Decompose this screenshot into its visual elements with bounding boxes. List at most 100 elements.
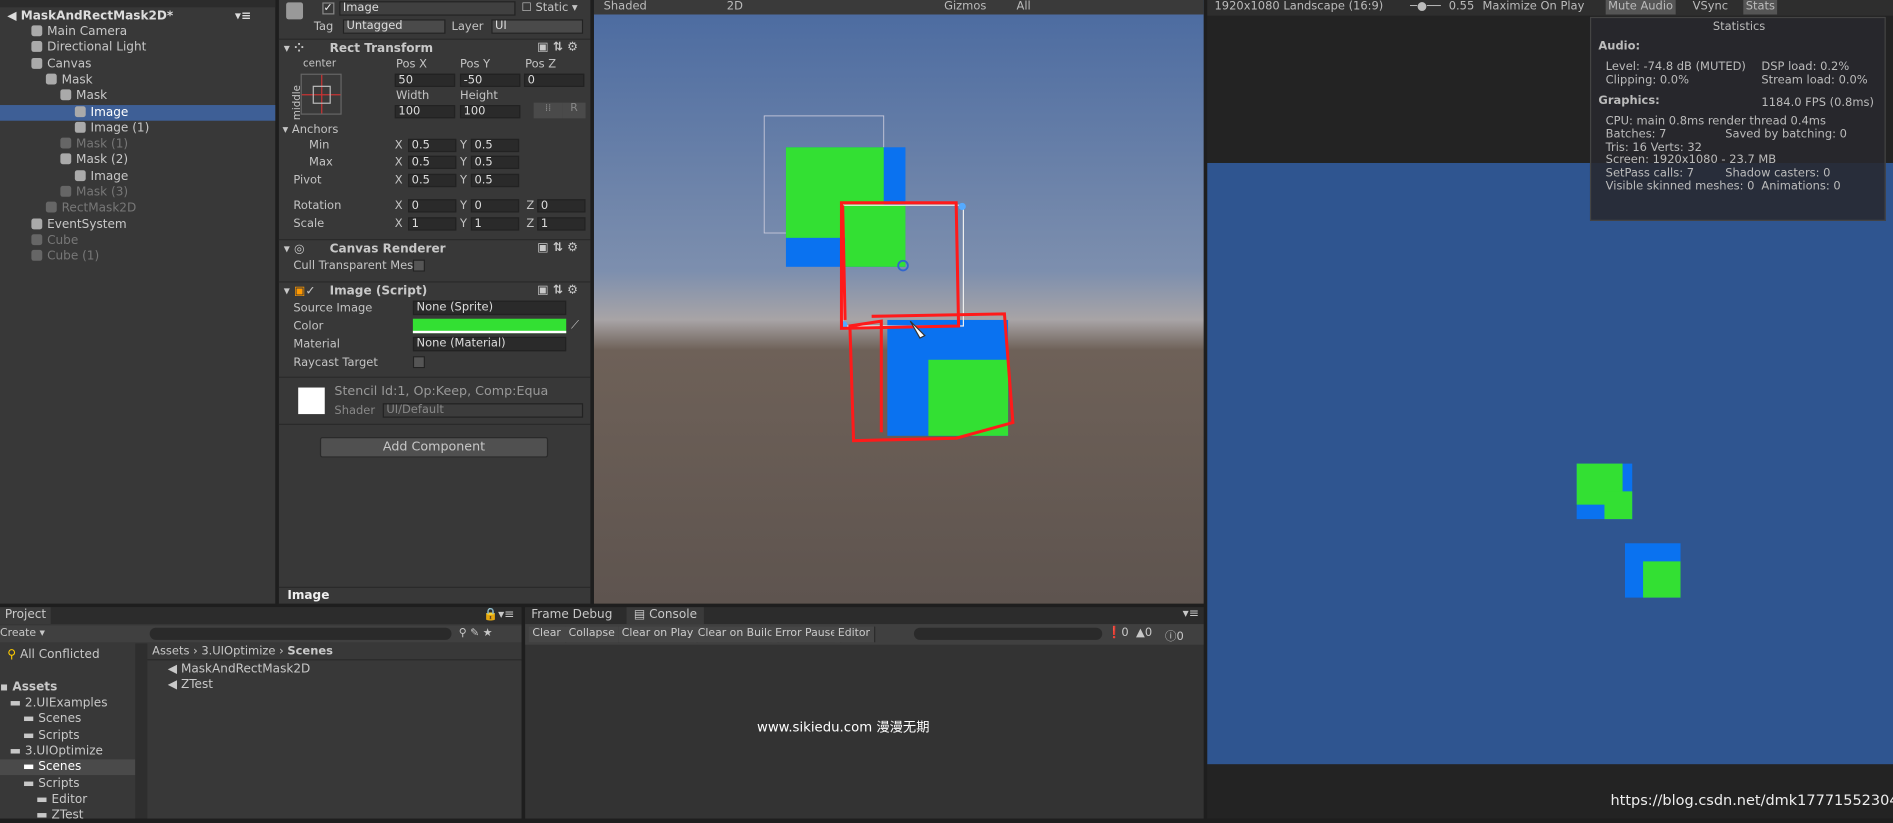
console-button[interactable]: Clear on Build [694, 626, 779, 643]
hierarchy-item[interactable]: Mask (1) [0, 137, 275, 153]
image-script-header[interactable]: ▾ ▣✓ Image (Script) ▣ ⇅ ⚙ [278, 281, 591, 300]
info-count[interactable]: ⓘ0 [1165, 627, 1184, 643]
hierarchy-item[interactable]: Cube (1) [0, 249, 275, 265]
hierarchy-item[interactable]: Image [0, 169, 275, 185]
material-field[interactable]: None (Material) [412, 336, 567, 352]
project-folder[interactable]: ▬ Scenes [0, 711, 135, 727]
game-view[interactable]: 1920x1080 Landscape (16:9) ─●── 0.55 Max… [1207, 0, 1893, 819]
min-x-field[interactable]: 0.5 [408, 138, 457, 153]
project-folder[interactable]: ▬ Editor [0, 792, 135, 808]
height-field[interactable]: 100 [459, 105, 521, 119]
hierarchy-item[interactable]: Mask [0, 72, 275, 88]
anchor-preset-button[interactable] [300, 73, 342, 115]
project-folder[interactable]: ▬ 2.UIExamples [0, 695, 135, 711]
breadcrumb-item[interactable]: Scenes [287, 645, 333, 658]
scale-x-field[interactable]: 1 [408, 217, 457, 231]
layer-dropdown[interactable]: UI [491, 19, 584, 34]
scene-view[interactable]: Shaded 2D Gizmos All [593, 0, 1204, 604]
scene-file[interactable]: ◀ ZTest [168, 677, 213, 693]
pos-y-field[interactable]: -50 [459, 73, 521, 87]
console-button[interactable]: Clear on Play [618, 626, 699, 643]
anchors-foldout[interactable]: ▾ Anchors [283, 123, 339, 136]
tab-console[interactable]: ▤ Console [626, 607, 705, 625]
pos-z-field[interactable]: 0 [523, 73, 585, 87]
width-field[interactable]: 100 [394, 105, 456, 119]
hierarchy-item[interactable]: EventSystem [0, 217, 275, 233]
scale-y-field[interactable]: 1 [470, 217, 520, 231]
breadcrumb-item[interactable]: Assets [152, 645, 189, 658]
axis-label: Y [459, 217, 467, 231]
component-icons[interactable]: ▣ ⇅ ⚙ [537, 241, 578, 254]
canvas-renderer-header[interactable]: ▾ ◎ Canvas Renderer ▣ ⇅ ⚙ [278, 239, 591, 258]
rot-y-field[interactable]: 0 [470, 199, 520, 213]
min-y-field[interactable]: 0.5 [470, 138, 520, 153]
hierarchy-item[interactable]: Directional Light [0, 40, 275, 56]
component-icons[interactable]: ▣ ⇅ ⚙ [537, 284, 578, 297]
console-button[interactable]: Editor [834, 626, 875, 643]
hierarchy-item[interactable]: Mask (3) [0, 185, 275, 201]
warning-count[interactable]: ▲0 [1136, 627, 1152, 640]
2d-toggle[interactable]: 2D [727, 0, 743, 14]
favorite-all-conflicted[interactable]: ⚲ All Conflicted [7, 647, 99, 663]
raw-edit-button[interactable]: R [562, 102, 586, 119]
scale-z-field[interactable]: 1 [537, 217, 586, 231]
preview-label[interactable]: Image [287, 589, 329, 602]
stats-shadow: Shadow casters: 0 [1725, 166, 1831, 180]
assets-root[interactable]: ▪ Assets [0, 680, 57, 696]
project-folder[interactable]: ▬ Scripts [0, 776, 135, 792]
scene-search[interactable]: All [1017, 0, 1031, 14]
tab-project[interactable]: Project [0, 607, 51, 625]
source-image-field[interactable]: None (Sprite) [412, 300, 567, 316]
tree-scrollbar[interactable] [135, 643, 148, 819]
pivot-y-field[interactable]: 0.5 [470, 173, 520, 188]
static-toggle[interactable]: ☐ Static ▾ [522, 1, 578, 14]
rot-x-field[interactable]: 0 [408, 199, 457, 213]
project-search[interactable] [149, 627, 452, 640]
pivot-x-field[interactable]: 0.5 [408, 173, 457, 188]
menu-icon[interactable]: ▾≡ [235, 8, 251, 24]
active-checkbox[interactable]: ✓ [322, 2, 335, 15]
raycast-checkbox[interactable] [412, 356, 425, 369]
rect-transform-header[interactable]: ▾ ⁘ Rect Transform ▣ ⇅ ⚙ [278, 38, 591, 58]
component-icons[interactable]: ▣ ⇅ ⚙ [537, 41, 578, 54]
filter-icons[interactable]: ⚲ ✎ ★ [459, 625, 493, 642]
eyedropper-icon[interactable]: ⟋ [571, 319, 579, 332]
menu-icon[interactable]: ▾≡ [1183, 607, 1199, 620]
project-folder[interactable]: ▬ Scenes [0, 759, 136, 776]
add-component-button[interactable]: Add Component [319, 437, 549, 458]
lock-icon[interactable]: 🔒▾≡ [483, 608, 514, 621]
scene-file[interactable]: ◀ MaskAndRectMask2D [168, 662, 311, 678]
max-y-field[interactable]: 0.5 [470, 155, 520, 170]
hierarchy-item[interactable]: Main Camera [0, 24, 275, 40]
hierarchy-item[interactable]: Cube [0, 233, 275, 249]
cull-checkbox[interactable] [412, 259, 425, 272]
console-button[interactable]: Error Pause [771, 626, 842, 643]
color-field[interactable] [412, 318, 567, 334]
hierarchy-item[interactable]: Mask [0, 88, 275, 104]
hierarchy-item[interactable]: RectMask2D [0, 201, 275, 217]
gizmos-dropdown[interactable]: Gizmos [944, 0, 986, 14]
project-folder[interactable]: ▬ Scripts [0, 727, 135, 743]
shader-dropdown[interactable]: UI/Default [382, 403, 584, 418]
hierarchy-item[interactable]: Canvas [0, 56, 275, 72]
tab-frame-debug[interactable]: Frame Debug [531, 607, 612, 624]
project-folder[interactable]: ▬ ZTest [0, 808, 135, 823]
create-dropdown[interactable]: Create ▾ [0, 625, 45, 642]
blueprint-mode-button[interactable]: ⁞⁞ [533, 102, 563, 119]
hierarchy-item[interactable]: Image (1) [0, 120, 275, 136]
max-x-field[interactable]: 0.5 [408, 155, 457, 170]
error-count[interactable]: ❗0 [1107, 627, 1129, 640]
pos-x-field[interactable]: 50 [394, 73, 456, 87]
object-name-field[interactable]: Image [339, 1, 516, 16]
tag-dropdown[interactable]: Untagged [342, 19, 446, 34]
rot-z-field[interactable]: 0 [537, 199, 586, 213]
hierarchy-item[interactable]: Mask (2) [0, 153, 275, 169]
project-folder[interactable]: ▬ 3.UIOptimize [0, 744, 135, 760]
breadcrumb-item[interactable]: 3.UIOptimize [201, 645, 275, 658]
shading-dropdown[interactable]: Shaded [604, 0, 647, 14]
console-button[interactable]: Clear [528, 626, 566, 643]
console-button[interactable]: Collapse [565, 626, 620, 643]
console-search[interactable] [913, 627, 1103, 640]
hierarchy-item[interactable]: Image [0, 104, 276, 121]
scene-header[interactable]: ◀ MaskAndRectMask2D* ▾≡ [7, 8, 275, 24]
